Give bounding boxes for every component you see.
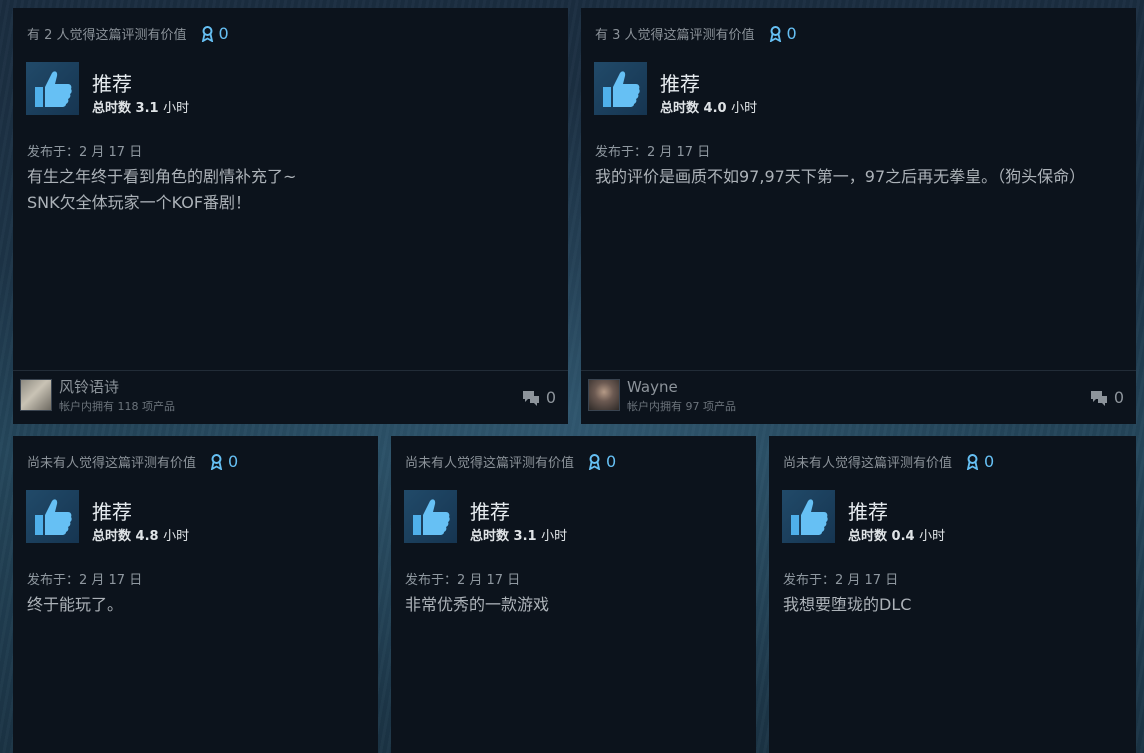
award-button[interactable]: 0 [769, 24, 797, 43]
review-card: 尚未有人觉得这篇评测有价值 0 推荐 总时数 0.4 小时 发布于：2 月 17… [769, 436, 1136, 753]
playtime: 总时数 0.4 小时 [848, 525, 945, 544]
review-text: 有生之年终于看到角色的剧情补充了~ SNK欠全体玩家一个KOF番剧！ [27, 167, 297, 212]
playtime: 总时数 3.1 小时 [470, 525, 567, 544]
comments-button[interactable]: 0 [1089, 388, 1124, 407]
thumbs-up-icon [34, 70, 72, 107]
author-products: 帐户内拥有 97 项产品 [627, 400, 736, 413]
author-name[interactable]: Wayne [627, 378, 736, 396]
avatar[interactable] [588, 379, 620, 411]
recommend-title: 推荐 [470, 500, 510, 524]
avatar[interactable] [20, 379, 52, 411]
playtime-unit: 小时 [541, 529, 568, 544]
helpful-text: 尚未有人觉得这篇评测有价值 [783, 456, 953, 471]
award-ribbon-icon [769, 25, 781, 42]
award-count: 0 [228, 452, 239, 471]
helpful-count: 有 2 人觉得这篇评测有价值 0 [27, 24, 229, 43]
review-text: 我的评价是画质不如97,97天下第一，97之后再无拳皇。（狗头保命） [595, 167, 1086, 186]
recommend-thumb[interactable] [26, 490, 79, 543]
playtime-value: 总时数 3.1 [92, 101, 159, 116]
comment-count: 0 [1113, 388, 1124, 407]
posted-date: 发布于：2 月 17 日 [27, 145, 143, 160]
playtime-unit: 小时 [919, 529, 946, 544]
review-card: 尚未有人觉得这篇评测有价值 0 推荐 总时数 3.1 小时 发布于：2 月 17… [391, 436, 756, 753]
playtime: 总时数 4.0 小时 [660, 97, 757, 116]
playtime-value: 总时数 4.8 [92, 529, 159, 544]
thumbs-up-icon [34, 498, 72, 535]
playtime: 总时数 3.1 小时 [92, 97, 189, 116]
comment-bubbles-icon [522, 390, 539, 406]
thumbs-up-icon [602, 70, 640, 107]
review-text: 终于能玩了。 [27, 595, 124, 614]
author-block[interactable]: Wayne 帐户内拥有 97 项产品 [588, 378, 736, 414]
recommend-thumb[interactable] [404, 490, 457, 543]
helpful-count: 尚未有人觉得这篇评测有价值 0 [27, 452, 238, 471]
playtime-value: 总时数 0.4 [848, 529, 915, 544]
review-text: 非常优秀的一款游戏 [405, 595, 550, 614]
helpful-text: 尚未有人觉得这篇评测有价值 [27, 456, 197, 471]
award-button[interactable]: 0 [201, 24, 229, 43]
award-count: 0 [786, 24, 797, 43]
posted-date: 发布于：2 月 17 日 [783, 573, 899, 588]
playtime-value: 总时数 3.1 [470, 529, 537, 544]
recommend-thumb[interactable] [26, 62, 79, 115]
comment-bubbles-icon [1090, 390, 1107, 406]
review-card: 尚未有人觉得这篇评测有价值 0 推荐 总时数 4.8 小时 发布于：2 月 17… [13, 436, 378, 753]
author-block[interactable]: 风铃语诗 帐户内拥有 118 项产品 [20, 378, 175, 414]
review-text: 我想要堕珑的DLC [783, 595, 912, 614]
review-card: 有 2 人觉得这篇评测有价值 0 推荐 总时数 3.1 小时 发布于：2 月 1… [13, 8, 568, 424]
posted-date: 发布于：2 月 17 日 [405, 573, 521, 588]
playtime: 总时数 4.8 小时 [92, 525, 189, 544]
helpful-count: 尚未有人觉得这篇评测有价值 0 [783, 452, 994, 471]
helpful-text: 有 2 人觉得这篇评测有价值 [27, 28, 187, 43]
author-name[interactable]: 风铃语诗 [59, 378, 175, 396]
comment-count: 0 [545, 388, 556, 407]
helpful-count: 尚未有人觉得这篇评测有价值 0 [405, 452, 616, 471]
card-divider [581, 370, 1136, 371]
helpful-count: 有 3 人觉得这篇评测有价值 0 [595, 24, 797, 43]
posted-date: 发布于：2 月 17 日 [27, 573, 143, 588]
playtime-unit: 小时 [731, 101, 758, 116]
helpful-text: 尚未有人觉得这篇评测有价值 [405, 456, 575, 471]
award-ribbon-icon [588, 453, 601, 470]
recommend-title: 推荐 [660, 72, 700, 96]
recommend-thumb[interactable] [782, 490, 835, 543]
playtime-unit: 小时 [163, 529, 190, 544]
thumbs-up-icon [790, 498, 828, 535]
review-card: 有 3 人觉得这篇评测有价值 0 推荐 总时数 4.0 小时 发布于：2 月 1… [581, 8, 1136, 424]
card-divider [13, 370, 568, 371]
award-count: 0 [606, 452, 617, 471]
recommend-title: 推荐 [848, 500, 888, 524]
award-ribbon-icon [966, 453, 979, 470]
award-button[interactable]: 0 [588, 452, 616, 471]
author-products: 帐户内拥有 118 项产品 [59, 400, 175, 413]
helpful-text: 有 3 人觉得这篇评测有价值 [595, 28, 755, 43]
thumbs-up-icon [412, 498, 450, 535]
comments-button[interactable]: 0 [521, 388, 556, 407]
award-button[interactable]: 0 [210, 452, 238, 471]
recommend-thumb[interactable] [594, 62, 647, 115]
award-ribbon-icon [210, 453, 223, 470]
award-count: 0 [218, 24, 229, 43]
recommend-title: 推荐 [92, 500, 132, 524]
posted-date: 发布于：2 月 17 日 [595, 145, 711, 160]
award-count: 0 [984, 452, 995, 471]
playtime-unit: 小时 [163, 101, 190, 116]
award-ribbon-icon [201, 25, 213, 42]
recommend-title: 推荐 [92, 72, 132, 96]
playtime-value: 总时数 4.0 [660, 101, 727, 116]
award-button[interactable]: 0 [966, 452, 994, 471]
